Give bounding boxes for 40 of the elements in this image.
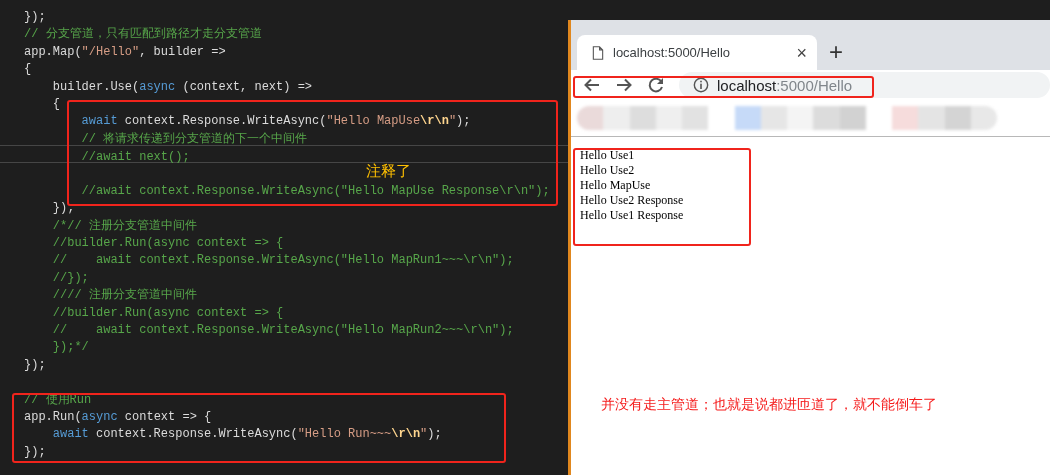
output-line: Hello Use2 Response xyxy=(580,193,684,208)
tab-title: localhost:5000/Hello xyxy=(613,45,732,60)
annotation-text: 注释了 xyxy=(366,162,411,181)
code-line: // await context.Response.WriteAsync("Hello MapRun1~~~\r\n"); xyxy=(51,252,514,270)
code-line: //await context.Response.WriteAsync("Hello MapUse Response\r\n"); xyxy=(80,182,550,200)
code-line: }); xyxy=(23,356,46,374)
address-bar[interactable]: localhost:5000/Hello xyxy=(679,72,1050,98)
info-icon xyxy=(693,77,709,93)
output-line: Hello Use2 xyxy=(580,163,635,178)
code-line: builder.Use(async (context, next) => xyxy=(51,78,313,96)
output-line: Hello MapUse xyxy=(580,178,651,193)
code-line: app.Map("/Hello", builder => xyxy=(23,43,226,61)
reload-icon[interactable] xyxy=(647,76,665,94)
code-line: // 分支管道，只有匹配到路径才走分支管道 xyxy=(23,26,262,44)
code-line: //}); xyxy=(51,269,89,287)
code-line: await context.Response.WriteAsync("Hello Run~~~\r\n"); xyxy=(51,426,442,444)
back-icon[interactable] xyxy=(583,76,601,94)
forward-icon[interactable] xyxy=(615,76,633,94)
browser-tab[interactable]: localhost:5000/Hello × xyxy=(577,35,817,70)
code-line: });*/ xyxy=(51,339,89,357)
annotation-text: 并没有走主管道；也就是说都进匝道了，就不能倒车了 xyxy=(601,396,937,414)
output-line: Hello Use1 xyxy=(580,148,635,163)
code-line: { xyxy=(23,61,32,79)
code-line: await context.Response.WriteAsync("Hello MapUse\r\n"); xyxy=(80,113,471,131)
code-line: //builder.Run(async context => { xyxy=(51,304,284,322)
code-line: //builder.Run(async context => { xyxy=(51,235,284,253)
page-icon xyxy=(591,44,605,61)
code-line: }); xyxy=(23,9,46,26)
code-line: app.Run(async context => { xyxy=(23,409,212,426)
code-line: // 将请求传递到分支管道的下一个中间件 xyxy=(80,130,308,148)
new-tab-button[interactable]: + xyxy=(829,40,843,64)
output-line: Hello Use1 Response xyxy=(580,208,684,223)
code-line: // await context.Response.WriteAsync("Hello MapRun2~~~\r\n"); xyxy=(51,322,514,340)
code-line: }); xyxy=(23,443,46,461)
code-line: /*// 注册分支管道中间件 xyxy=(51,217,197,235)
code-line: { xyxy=(51,95,60,113)
url-text: localhost:5000/Hello xyxy=(717,76,853,94)
code-line: //await next(); xyxy=(80,149,190,167)
close-tab-button[interactable]: × xyxy=(796,43,807,62)
code-line: //// 注册分支管道中间件 xyxy=(51,287,197,305)
